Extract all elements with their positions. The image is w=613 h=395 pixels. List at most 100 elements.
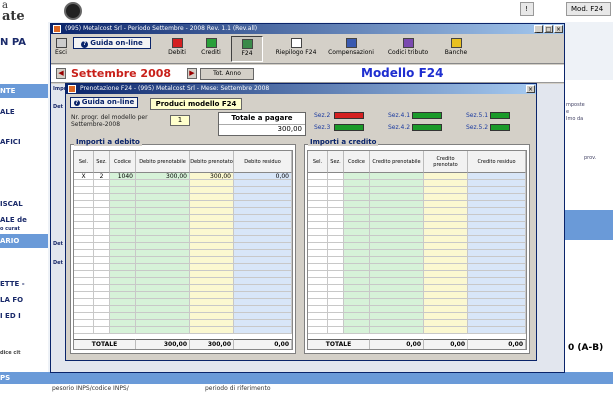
table-row[interactable] bbox=[74, 208, 292, 215]
table-row[interactable] bbox=[74, 236, 292, 243]
table-row[interactable] bbox=[74, 243, 292, 250]
f24-button[interactable]: F24 bbox=[231, 36, 263, 62]
table-cell[interactable] bbox=[308, 285, 328, 292]
table-cell[interactable] bbox=[308, 194, 328, 201]
table-cell[interactable] bbox=[308, 187, 328, 194]
table-row[interactable] bbox=[74, 201, 292, 208]
previous-month-button[interactable]: ◀ bbox=[56, 68, 66, 79]
table-row[interactable] bbox=[308, 243, 526, 250]
table-cell[interactable] bbox=[74, 208, 94, 215]
table-cell[interactable] bbox=[308, 306, 328, 313]
table-cell[interactable] bbox=[308, 208, 328, 215]
tot-anno-button[interactable]: Tot. Anno bbox=[200, 68, 254, 80]
table-cell[interactable] bbox=[74, 257, 94, 264]
table-row[interactable] bbox=[308, 306, 526, 313]
background-mod-f24-button[interactable]: Mod. F24 bbox=[566, 2, 611, 16]
table-row[interactable] bbox=[308, 215, 526, 222]
riepilogo-f24-button[interactable]: Riepilogo F24 bbox=[273, 36, 319, 62]
table-cell[interactable] bbox=[74, 194, 94, 201]
table-cell[interactable] bbox=[74, 313, 94, 320]
table-row[interactable] bbox=[74, 271, 292, 278]
column-header[interactable]: Credito prenotato bbox=[424, 151, 468, 173]
table-cell[interactable] bbox=[74, 250, 94, 257]
table-row[interactable] bbox=[74, 194, 292, 201]
table-row[interactable] bbox=[308, 264, 526, 271]
table-row[interactable] bbox=[74, 313, 292, 320]
table-cell[interactable] bbox=[308, 201, 328, 208]
nr-progr-field[interactable]: 1 bbox=[170, 115, 190, 126]
next-month-button[interactable]: ▶ bbox=[187, 68, 197, 79]
column-header[interactable]: Sel. bbox=[308, 151, 328, 173]
table-cell[interactable] bbox=[308, 292, 328, 299]
table-row[interactable] bbox=[308, 201, 526, 208]
table-row[interactable] bbox=[308, 187, 526, 194]
table-row[interactable] bbox=[308, 285, 526, 292]
column-header[interactable]: Sel. bbox=[74, 151, 94, 173]
column-header[interactable]: Debito prenotato bbox=[190, 151, 234, 173]
side-tab-dettaglio[interactable]: Det bbox=[53, 241, 63, 247]
table-cell[interactable] bbox=[74, 292, 94, 299]
table-cell[interactable] bbox=[308, 320, 328, 327]
table-row[interactable] bbox=[308, 222, 526, 229]
table-cell[interactable] bbox=[74, 236, 94, 243]
table-cell[interactable] bbox=[308, 243, 328, 250]
table-cell[interactable] bbox=[308, 299, 328, 306]
table-cell[interactable] bbox=[308, 271, 328, 278]
table-row[interactable] bbox=[308, 236, 526, 243]
table-cell[interactable] bbox=[74, 271, 94, 278]
table-row[interactable] bbox=[308, 271, 526, 278]
table-cell[interactable] bbox=[308, 215, 328, 222]
table-cell[interactable] bbox=[74, 201, 94, 208]
table-row[interactable] bbox=[308, 250, 526, 257]
table-row[interactable] bbox=[74, 250, 292, 257]
table-cell[interactable] bbox=[308, 327, 328, 334]
table-row[interactable]: X 2 1040 300,00 300,00 0,00 bbox=[74, 173, 292, 180]
table-cell[interactable] bbox=[308, 173, 328, 180]
table-cell[interactable] bbox=[74, 285, 94, 292]
table-row[interactable] bbox=[74, 257, 292, 264]
table-cell[interactable]: X bbox=[74, 173, 94, 180]
debiti-button[interactable]: Debiti bbox=[163, 36, 191, 62]
table-row[interactable] bbox=[74, 285, 292, 292]
table-row[interactable] bbox=[308, 194, 526, 201]
guida-online-button[interactable]: ? Guida on-line bbox=[73, 37, 151, 49]
exit-button[interactable]: Esci bbox=[52, 36, 70, 62]
table-cell[interactable] bbox=[74, 320, 94, 327]
table-cell[interactable] bbox=[74, 229, 94, 236]
table-cell[interactable] bbox=[308, 313, 328, 320]
table-row[interactable] bbox=[74, 278, 292, 285]
side-tab-dettaglio[interactable]: Det bbox=[53, 260, 63, 266]
table-cell[interactable] bbox=[74, 278, 94, 285]
table-row[interactable] bbox=[308, 173, 526, 180]
table-row[interactable] bbox=[74, 299, 292, 306]
table-row[interactable] bbox=[74, 215, 292, 222]
column-header[interactable]: Debito prenotabile bbox=[136, 151, 190, 173]
column-header[interactable]: Credito prenotabile bbox=[370, 151, 424, 173]
table-row[interactable] bbox=[308, 257, 526, 264]
table-cell[interactable] bbox=[308, 236, 328, 243]
table-row[interactable] bbox=[74, 306, 292, 313]
main-window-titlebar[interactable]: (995) Metalcost Srl - Periodo Settembre … bbox=[51, 24, 564, 34]
table-row[interactable] bbox=[308, 320, 526, 327]
table-cell[interactable] bbox=[74, 243, 94, 250]
table-row[interactable] bbox=[74, 292, 292, 299]
codici-tributo-button[interactable]: Codici tributo bbox=[383, 36, 433, 62]
table-cell[interactable] bbox=[74, 306, 94, 313]
dialog-guida-button[interactable]: ? Guida on-line bbox=[70, 97, 138, 108]
table-row[interactable] bbox=[74, 229, 292, 236]
table-cell[interactable] bbox=[308, 278, 328, 285]
table-row[interactable] bbox=[308, 208, 526, 215]
dialog-close-icon[interactable]: × bbox=[526, 85, 535, 93]
column-header[interactable]: Sez. bbox=[328, 151, 344, 173]
table-row[interactable] bbox=[308, 278, 526, 285]
table-cell[interactable] bbox=[74, 222, 94, 229]
column-header[interactable]: Debito residuo bbox=[234, 151, 292, 173]
table-cell[interactable] bbox=[308, 229, 328, 236]
column-header[interactable]: Codice bbox=[110, 151, 136, 173]
table-row[interactable] bbox=[308, 292, 526, 299]
table-cell[interactable] bbox=[308, 264, 328, 271]
table-row[interactable] bbox=[308, 313, 526, 320]
table-row[interactable] bbox=[308, 229, 526, 236]
table-cell[interactable] bbox=[308, 222, 328, 229]
minimize-icon[interactable]: _ bbox=[534, 25, 543, 33]
